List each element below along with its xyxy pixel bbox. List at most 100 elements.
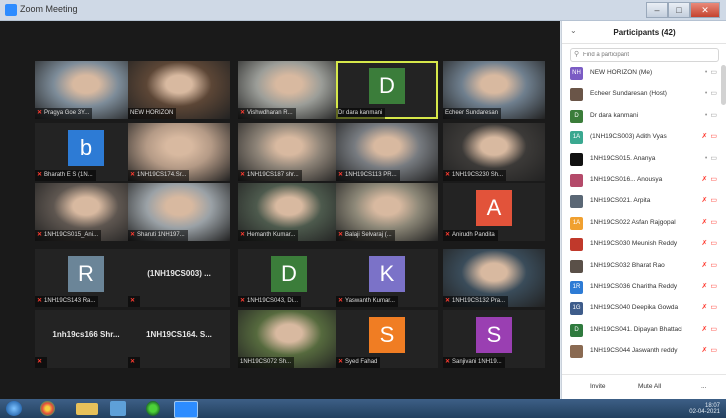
video-tile[interactable]: ✕ Hemanth Kumar... xyxy=(238,183,340,241)
participant-row[interactable]: Echeer Sundaresan (Host) • ▭ xyxy=(562,84,719,105)
video-tile[interactable]: Echeer Sundaresan xyxy=(443,61,545,119)
folder-icon[interactable] xyxy=(76,403,98,415)
zoom-taskbar-icon[interactable] xyxy=(174,401,198,418)
camera-off-icon[interactable]: ▭ xyxy=(710,347,717,354)
video-tile[interactable]: ✕ Pragya Goe 3Y... xyxy=(35,61,137,119)
participant-status: ✗ ▭ xyxy=(702,325,718,333)
video-tile[interactable]: 1NH19CS072 Sh... xyxy=(238,310,340,368)
video-tile[interactable]: S ✕ Sanjivani 1NH19... xyxy=(443,310,545,368)
tile-name: 1NH19CS132 Pra... xyxy=(452,298,506,304)
video-tile[interactable]: ✕ 1NH19CS187 shr... xyxy=(238,123,340,181)
mic-muted-icon[interactable]: ✗ xyxy=(702,304,708,311)
video-tile[interactable]: ✕ Balaji Selvaraj (... xyxy=(336,183,438,241)
tile-name-bar: ✕ 1NH19CS230 Sh... xyxy=(443,170,507,181)
video-tile[interactable]: ✕ 1NH19CS132 Pra... xyxy=(443,249,545,307)
video-tile[interactable]: S ✕ Syed Fahad xyxy=(336,310,438,368)
participant-row[interactable]: 1NH19CS021. Arpita ✗ ▭ xyxy=(562,191,719,212)
participant-list: NH NEW HORIZON (Me) • ▭ Echeer Sundaresan (H… xyxy=(562,63,719,373)
start-button[interactable] xyxy=(6,401,22,416)
minimize-button[interactable]: – xyxy=(646,2,668,18)
close-button[interactable]: ✕ xyxy=(690,2,720,18)
participant-row[interactable]: 1A (1NH19CS003) Adith Vyas ✗ ▭ xyxy=(562,127,719,148)
mic-icon[interactable]: • xyxy=(705,112,707,119)
participant-row[interactable]: D 1NH19CS041. Dipayan Bhattach... ✗ ▭ xyxy=(562,320,719,341)
tile-name: 1NH19CS174.Sr... xyxy=(137,172,187,178)
mic-muted-icon[interactable]: ✗ xyxy=(702,133,708,140)
participant-row[interactable]: NH NEW HORIZON (Me) • ▭ xyxy=(562,63,719,84)
video-tile[interactable]: ✕ 1NH19CS113 PR... xyxy=(336,123,438,181)
camera-icon[interactable]: ▭ xyxy=(710,69,717,76)
participant-avatar xyxy=(570,88,583,102)
muted-mic-icon: ✕ xyxy=(37,172,43,178)
camera-icon[interactable]: ▭ xyxy=(710,155,717,162)
video-tile[interactable]: 1nh19cs166 Shr... ✕ xyxy=(35,310,137,368)
mic-muted-icon[interactable]: ✗ xyxy=(702,176,708,183)
camera-off-icon[interactable]: ▭ xyxy=(710,197,717,204)
video-tile[interactable]: ✕ Vishwdharan R... xyxy=(238,61,340,119)
participant-row[interactable]: 1NH19CS044 Jaswanth reddy ✗ ▭ xyxy=(562,341,719,362)
mic-muted-icon[interactable]: ✗ xyxy=(702,326,708,333)
mute-all-button[interactable]: Mute All xyxy=(634,381,665,392)
video-tile[interactable]: D ✕ 1NH19CS043, Di... xyxy=(238,249,340,307)
participant-row[interactable]: 1NH19CS016... Anousya ✗ ▭ xyxy=(562,170,719,191)
camera-off-icon[interactable]: ▭ xyxy=(710,240,717,247)
maximize-button[interactable]: □ xyxy=(668,2,690,18)
camera-off-icon[interactable]: ▭ xyxy=(710,133,717,140)
invite-button[interactable]: Invite xyxy=(586,381,610,392)
camera-off-icon[interactable]: ▭ xyxy=(710,283,717,290)
camera-off-icon[interactable]: ▭ xyxy=(710,304,717,311)
mic-muted-icon[interactable]: ✗ xyxy=(702,219,708,226)
video-tile[interactable]: R ✕ 1NH19CS143 Ra... xyxy=(35,249,137,307)
participant-row[interactable]: 1NH19CS030 Meunish Reddy ✗ ▭ xyxy=(562,234,719,255)
camera-off-icon[interactable]: ▭ xyxy=(710,262,717,269)
participant-name-label: 1NH19CS164. S... xyxy=(146,330,212,339)
participant-row[interactable]: 1NH19CS015. Ananya • ▭ xyxy=(562,149,719,170)
gallery-view: ✕ Pragya Goe 3Y... NEW HORIZON ✕ Vishwdharan… xyxy=(0,21,560,399)
camera-off-icon[interactable]: ▭ xyxy=(710,176,717,183)
muted-mic-icon: ✕ xyxy=(37,298,43,304)
mic-icon[interactable]: • xyxy=(705,69,707,76)
camera-off-icon[interactable]: ▭ xyxy=(710,326,717,333)
participant-row[interactable]: 1NH19CS032 Bharat Rao ✗ ▭ xyxy=(562,256,719,277)
mic-muted-icon[interactable]: ✗ xyxy=(702,283,708,290)
video-tile[interactable]: ✕ Sharuti 1NH197... xyxy=(128,183,230,241)
video-tile[interactable]: b ✕ Bharath E S (1N... xyxy=(35,123,137,181)
mic-icon[interactable]: • xyxy=(705,90,707,97)
video-tile[interactable]: ✕ 1NH19CS015_Ani... xyxy=(35,183,137,241)
camera-off-icon[interactable]: ▭ xyxy=(710,219,717,226)
video-tile[interactable]: K ✕ Yaswanth Kumar... xyxy=(336,249,438,307)
participant-row[interactable]: D Dr dara kanmani • ▭ xyxy=(562,106,719,127)
video-tile[interactable]: ✕ 1NH19CS230 Sh... xyxy=(443,123,545,181)
camera-icon[interactable]: ▭ xyxy=(710,112,717,119)
participant-avatar xyxy=(570,259,583,273)
search-input[interactable] xyxy=(583,49,703,60)
tile-name-bar: ✕ Sanjivani 1NH19... xyxy=(443,357,505,368)
mic-muted-icon[interactable]: ✗ xyxy=(702,197,708,204)
mic-muted-icon[interactable]: ✗ xyxy=(702,240,708,247)
camera-icon[interactable]: ▭ xyxy=(710,90,717,97)
video-tile[interactable]: (1NH19CS003) ... ✕ xyxy=(128,249,230,307)
video-tile[interactable]: D Dr dara kanmani xyxy=(336,61,438,119)
tile-name-bar: ✕ xyxy=(35,357,48,368)
scrollbar[interactable] xyxy=(721,65,726,105)
participant-row[interactable]: 1R 1NH19CS036 Charitha Reddy ✗ ▭ xyxy=(562,277,719,298)
video-tile[interactable]: A ✕ Anirudh Pandita xyxy=(443,183,545,241)
window-title: Zoom Meeting xyxy=(20,4,78,14)
participant-row[interactable]: 1A 1NH19CS022 Asfan Rajgopal ✗ ▭ xyxy=(562,213,719,234)
chrome-icon[interactable] xyxy=(40,401,55,416)
screen-app-icon[interactable] xyxy=(110,401,126,416)
mic-muted-icon[interactable]: ✗ xyxy=(702,262,708,269)
participant-row[interactable]: 1G 1NH19CS040 Deepika Gowda ✗ ▭ xyxy=(562,298,719,319)
tile-name-bar: ✕ Bharath E S (1N... xyxy=(35,170,96,181)
video-tile[interactable]: 1NH19CS164. S... ✕ xyxy=(128,310,230,368)
participant-name: 1NH19CS036 Charitha Reddy xyxy=(590,282,678,290)
muted-mic-icon: ✕ xyxy=(338,172,344,178)
search-box[interactable]: ⚲ xyxy=(570,48,719,62)
mic-muted-icon[interactable]: ✗ xyxy=(702,347,708,354)
mic-icon[interactable]: • xyxy=(705,155,707,162)
video-tile[interactable]: ✕ 1NH19CS174.Sr... xyxy=(128,123,230,181)
video-tile[interactable]: NEW HORIZON xyxy=(128,61,230,119)
participant-name: Echeer Sundaresan (Host) xyxy=(590,90,667,98)
app-icon[interactable] xyxy=(146,401,160,416)
more-button[interactable]: ... xyxy=(697,381,710,392)
